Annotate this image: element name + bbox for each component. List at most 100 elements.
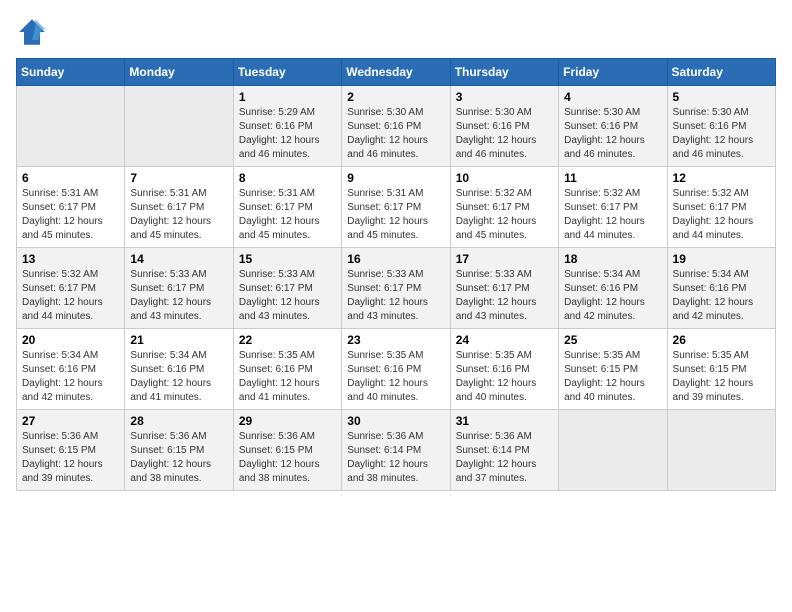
day-info: Sunrise: 5:36 AMSunset: 6:14 PMDaylight:…	[347, 430, 444, 486]
weekday-header: Sunday	[17, 59, 125, 86]
logo	[16, 16, 52, 48]
day-info: Sunrise: 5:32 AMSunset: 6:17 PMDaylight:…	[456, 187, 553, 243]
day-info: Sunrise: 5:30 AMSunset: 6:16 PMDaylight:…	[673, 106, 770, 162]
day-info: Sunrise: 5:30 AMSunset: 6:16 PMDaylight:…	[347, 106, 444, 162]
weekday-header: Thursday	[450, 59, 558, 86]
day-number: 16	[347, 252, 444, 266]
calendar-cell: 9 Sunrise: 5:31 AMSunset: 6:17 PMDaylight…	[342, 167, 450, 248]
day-info: Sunrise: 5:30 AMSunset: 6:16 PMDaylight:…	[456, 106, 553, 162]
calendar-cell: 18 Sunrise: 5:34 AMSunset: 6:16 PMDayligh…	[559, 248, 667, 329]
day-number: 3	[456, 90, 553, 104]
calendar-cell: 7 Sunrise: 5:31 AMSunset: 6:17 PMDaylight…	[125, 167, 233, 248]
day-info: Sunrise: 5:34 AMSunset: 6:16 PMDaylight:…	[564, 268, 661, 324]
day-number: 11	[564, 171, 661, 185]
day-number: 26	[673, 333, 770, 347]
calendar-cell: 31 Sunrise: 5:36 AMSunset: 6:14 PMDayligh…	[450, 410, 558, 491]
day-info: Sunrise: 5:36 AMSunset: 6:15 PMDaylight:…	[22, 430, 119, 486]
calendar-cell: 23Sunrise: 5:35 AMSunset: 6:16 PMDayligh…	[342, 329, 450, 410]
day-number: 24	[456, 333, 553, 347]
calendar-cell: 27 Sunrise: 5:36 AMSunset: 6:15 PMDayligh…	[17, 410, 125, 491]
calendar-cell: 20 Sunrise: 5:34 AMSunset: 6:16 PMDayligh…	[17, 329, 125, 410]
day-info: Sunrise: 5:36 AMSunset: 6:14 PMDaylight:…	[456, 430, 553, 486]
weekday-header: Tuesday	[233, 59, 341, 86]
calendar-cell: 29 Sunrise: 5:36 AMSunset: 6:15 PMDayligh…	[233, 410, 341, 491]
weekday-header: Wednesday	[342, 59, 450, 86]
day-info: Sunrise: 5:34 AMSunset: 6:16 PMDaylight:…	[22, 349, 119, 405]
day-number: 22	[239, 333, 336, 347]
page-header	[16, 16, 776, 48]
day-number: 9	[347, 171, 444, 185]
day-number: 13	[22, 252, 119, 266]
calendar-week-row: 13 Sunrise: 5:32 AMSunset: 6:17 PMDayligh…	[17, 248, 776, 329]
day-number: 7	[130, 171, 227, 185]
calendar-cell: 6 Sunrise: 5:31 AMSunset: 6:17 PMDaylight…	[17, 167, 125, 248]
calendar-cell: 4 Sunrise: 5:30 AMSunset: 6:16 PMDaylight…	[559, 86, 667, 167]
day-info: Sunrise: 5:36 AMSunset: 6:15 PMDaylight:…	[130, 430, 227, 486]
day-number: 23	[347, 333, 444, 347]
day-number: 4	[564, 90, 661, 104]
day-info: Sunrise: 5:32 AMSunset: 6:17 PMDaylight:…	[673, 187, 770, 243]
day-info: Sunrise: 5:34 AMSunset: 6:16 PMDaylight:…	[130, 349, 227, 405]
day-info: Sunrise: 5:33 AMSunset: 6:17 PMDaylight:…	[130, 268, 227, 324]
day-number: 2	[347, 90, 444, 104]
day-info: Sunrise: 5:29 AMSunset: 6:16 PMDaylight:…	[239, 106, 336, 162]
calendar-cell: 5 Sunrise: 5:30 AMSunset: 6:16 PMDaylight…	[667, 86, 775, 167]
day-number: 12	[673, 171, 770, 185]
day-number: 8	[239, 171, 336, 185]
day-info: Sunrise: 5:35 AMSunset: 6:16 PMDaylight:…	[456, 349, 553, 405]
day-info: Sunrise: 5:31 AMSunset: 6:17 PMDaylight:…	[22, 187, 119, 243]
day-number: 28	[130, 414, 227, 428]
day-number: 31	[456, 414, 553, 428]
day-number: 14	[130, 252, 227, 266]
calendar-cell: 8 Sunrise: 5:31 AMSunset: 6:17 PMDaylight…	[233, 167, 341, 248]
calendar-cell: 13 Sunrise: 5:32 AMSunset: 6:17 PMDayligh…	[17, 248, 125, 329]
calendar-week-row: 6 Sunrise: 5:31 AMSunset: 6:17 PMDaylight…	[17, 167, 776, 248]
calendar-cell: 28 Sunrise: 5:36 AMSunset: 6:15 PMDayligh…	[125, 410, 233, 491]
calendar-cell: 14 Sunrise: 5:33 AMSunset: 6:17 PMDayligh…	[125, 248, 233, 329]
day-info: Sunrise: 5:36 AMSunset: 6:15 PMDaylight:…	[239, 430, 336, 486]
day-number: 29	[239, 414, 336, 428]
calendar-cell	[559, 410, 667, 491]
logo-icon	[16, 16, 48, 48]
calendar-cell: 10Sunrise: 5:32 AMSunset: 6:17 PMDayligh…	[450, 167, 558, 248]
calendar-cell: 12 Sunrise: 5:32 AMSunset: 6:17 PMDayligh…	[667, 167, 775, 248]
day-number: 20	[22, 333, 119, 347]
calendar-cell: 15Sunrise: 5:33 AMSunset: 6:17 PMDayligh…	[233, 248, 341, 329]
day-number: 30	[347, 414, 444, 428]
day-info: Sunrise: 5:31 AMSunset: 6:17 PMDaylight:…	[239, 187, 336, 243]
calendar-header-row: SundayMondayTuesdayWednesdayThursdayFrid…	[17, 59, 776, 86]
weekday-header: Saturday	[667, 59, 775, 86]
day-number: 5	[673, 90, 770, 104]
calendar-cell: 30 Sunrise: 5:36 AMSunset: 6:14 PMDayligh…	[342, 410, 450, 491]
day-info: Sunrise: 5:34 AMSunset: 6:16 PMDaylight:…	[673, 268, 770, 324]
day-number: 25	[564, 333, 661, 347]
day-number: 21	[130, 333, 227, 347]
calendar-cell: 22 Sunrise: 5:35 AMSunset: 6:16 PMDayligh…	[233, 329, 341, 410]
calendar-cell: 21 Sunrise: 5:34 AMSunset: 6:16 PMDayligh…	[125, 329, 233, 410]
day-info: Sunrise: 5:33 AMSunset: 6:17 PMDaylight:…	[347, 268, 444, 324]
calendar-cell	[667, 410, 775, 491]
day-number: 27	[22, 414, 119, 428]
calendar-cell: 17Sunrise: 5:33 AMSunset: 6:17 PMDayligh…	[450, 248, 558, 329]
calendar-cell: 2 Sunrise: 5:30 AMSunset: 6:16 PMDaylight…	[342, 86, 450, 167]
day-info: Sunrise: 5:30 AMSunset: 6:16 PMDaylight:…	[564, 106, 661, 162]
calendar-cell: 1 Sunrise: 5:29 AMSunset: 6:16 PMDaylight…	[233, 86, 341, 167]
day-number: 17	[456, 252, 553, 266]
day-number: 19	[673, 252, 770, 266]
day-info: Sunrise: 5:31 AMSunset: 6:17 PMDaylight:…	[347, 187, 444, 243]
day-number: 6	[22, 171, 119, 185]
calendar-table: SundayMondayTuesdayWednesdayThursdayFrid…	[16, 58, 776, 491]
day-info: Sunrise: 5:35 AMSunset: 6:16 PMDaylight:…	[239, 349, 336, 405]
day-info: Sunrise: 5:31 AMSunset: 6:17 PMDaylight:…	[130, 187, 227, 243]
calendar-week-row: 27 Sunrise: 5:36 AMSunset: 6:15 PMDayligh…	[17, 410, 776, 491]
calendar-week-row: 20 Sunrise: 5:34 AMSunset: 6:16 PMDayligh…	[17, 329, 776, 410]
weekday-header: Friday	[559, 59, 667, 86]
calendar-cell: 24 Sunrise: 5:35 AMSunset: 6:16 PMDayligh…	[450, 329, 558, 410]
calendar-week-row: 1 Sunrise: 5:29 AMSunset: 6:16 PMDaylight…	[17, 86, 776, 167]
day-number: 1	[239, 90, 336, 104]
day-info: Sunrise: 5:32 AMSunset: 6:17 PMDaylight:…	[564, 187, 661, 243]
calendar-cell	[17, 86, 125, 167]
day-number: 18	[564, 252, 661, 266]
day-info: Sunrise: 5:33 AMSunset: 6:17 PMDaylight:…	[239, 268, 336, 324]
day-info: Sunrise: 5:32 AMSunset: 6:17 PMDaylight:…	[22, 268, 119, 324]
